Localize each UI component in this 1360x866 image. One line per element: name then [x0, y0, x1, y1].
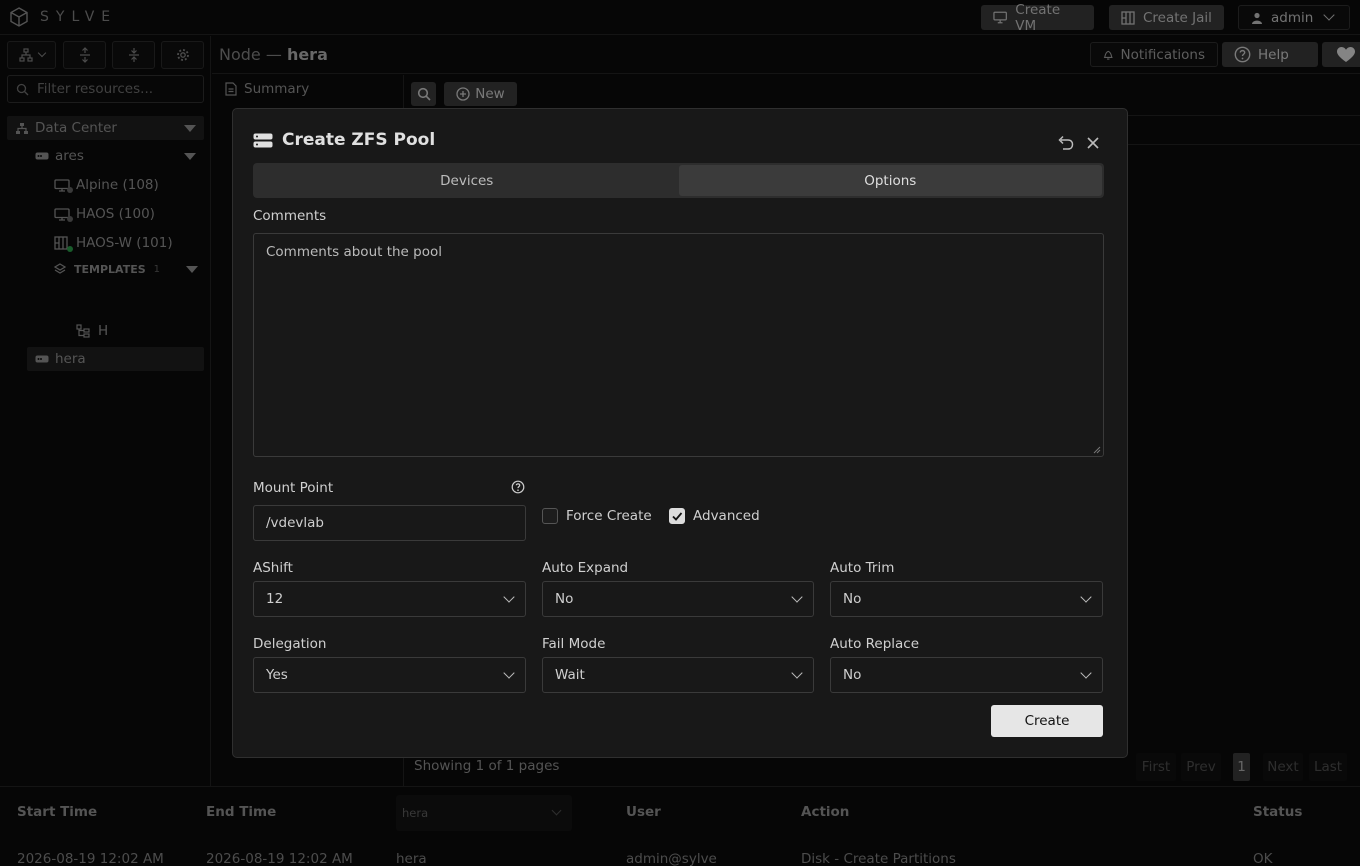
- mount-point-value: /vdevlab: [266, 515, 324, 531]
- undo-icon: [1058, 135, 1074, 150]
- reset-button[interactable]: [1057, 135, 1074, 154]
- mount-point-label: Mount Point: [253, 480, 334, 496]
- check-icon: [672, 512, 683, 521]
- chevron-down-icon: [1080, 590, 1092, 603]
- create-zfs-pool-dialog: Create ZFS Pool Devices Options Comments…: [232, 108, 1128, 758]
- chevron-down-icon: [791, 666, 803, 679]
- advanced-label[interactable]: Advanced: [693, 508, 760, 524]
- auto-expand-value: No: [555, 591, 574, 607]
- fail-mode-label: Fail Mode: [542, 636, 606, 652]
- auto-trim-label: Auto Trim: [830, 560, 895, 576]
- mount-point-input[interactable]: /vdevlab: [253, 505, 526, 541]
- dialog-title: Create ZFS Pool: [253, 130, 435, 150]
- fail-mode-select[interactable]: Wait: [542, 657, 814, 693]
- tab-options[interactable]: Options: [678, 165, 1102, 196]
- close-button[interactable]: [1086, 136, 1100, 154]
- auto-expand-select[interactable]: No: [542, 581, 814, 617]
- force-create-label[interactable]: Force Create: [566, 508, 652, 524]
- storage-icon: [253, 133, 273, 147]
- auto-replace-value: No: [843, 667, 862, 683]
- chevron-down-icon: [1080, 666, 1092, 679]
- create-button[interactable]: Create: [991, 705, 1103, 737]
- ashift-select[interactable]: 12: [253, 581, 526, 617]
- close-icon: [1087, 137, 1099, 149]
- help-circle-icon: [511, 480, 525, 494]
- chevron-down-icon: [503, 590, 515, 603]
- auto-trim-select[interactable]: No: [830, 581, 1103, 617]
- delegation-select[interactable]: Yes: [253, 657, 526, 693]
- auto-replace-label: Auto Replace: [830, 636, 920, 652]
- dialog-title-text: Create ZFS Pool: [282, 130, 436, 150]
- delegation-value: Yes: [266, 667, 288, 683]
- dialog-tabs: Devices Options: [253, 163, 1104, 198]
- resize-handle-icon[interactable]: [1092, 445, 1101, 454]
- comments-textarea[interactable]: Comments about the pool: [253, 233, 1104, 457]
- force-create-checkbox[interactable]: [542, 508, 558, 524]
- auto-expand-label: Auto Expand: [542, 560, 629, 576]
- ashift-label: AShift: [253, 560, 293, 576]
- chevron-down-icon: [503, 666, 515, 679]
- tab-devices[interactable]: Devices: [255, 165, 679, 196]
- comments-label: Comments: [253, 208, 327, 224]
- auto-replace-select[interactable]: No: [830, 657, 1103, 693]
- delegation-label: Delegation: [253, 636, 327, 652]
- comments-text: Comments about the pool: [266, 244, 442, 260]
- advanced-checkbox[interactable]: [669, 508, 685, 524]
- fail-mode-value: Wait: [555, 667, 585, 683]
- mount-point-help-icon[interactable]: [511, 480, 525, 498]
- ashift-value: 12: [266, 591, 284, 607]
- auto-trim-value: No: [843, 591, 862, 607]
- chevron-down-icon: [791, 590, 803, 603]
